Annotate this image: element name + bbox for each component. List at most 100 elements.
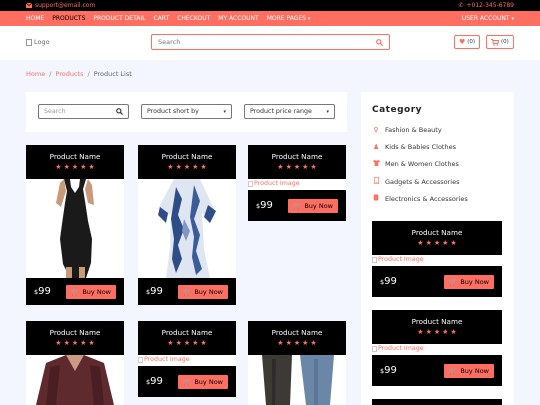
product-name[interactable]: Product Name <box>138 152 236 161</box>
product-name[interactable]: Product Name <box>26 328 124 337</box>
broken-image-icon <box>248 180 253 187</box>
product-name[interactable]: Product Name <box>248 328 346 337</box>
product-image[interactable] <box>26 355 124 405</box>
product-name[interactable]: Product Name <box>372 317 502 326</box>
breadcrumb-home[interactable]: Home <box>26 70 45 78</box>
breadcrumb-products[interactable]: Products <box>55 70 83 78</box>
phone-icon: ✆ <box>458 2 464 9</box>
star-icon: ★ <box>442 239 449 247</box>
buy-now-button[interactable]: 🛒 Buy Now <box>178 374 228 389</box>
sidebar-product-card[interactable]: Product Name ★ ★ ★ ★ ★ Product Image $99 🛒 Bu… <box>372 221 502 297</box>
buy-now-button[interactable]: 🛒 Buy Now <box>444 274 494 289</box>
star-icon: ★ <box>167 339 174 347</box>
product-card[interactable]: Product Name ★ ★ ★ ★ ★ <box>248 321 346 405</box>
cart-icon: 🛒 <box>449 277 458 286</box>
category-item-electronics[interactable]: Electronics & Accessories <box>373 194 468 203</box>
product-search-input[interactable]: Search <box>38 104 129 119</box>
product-name[interactable]: Product Name <box>26 152 124 161</box>
product-price: $99 <box>256 200 273 211</box>
product-card-header: Product Name ★ ★ ★ ★ ★ <box>138 321 236 355</box>
nav-products[interactable]: PRODUCTS <box>52 15 85 22</box>
user-account-dropdown[interactable]: USER ACCOUNT ▾ <box>462 15 514 22</box>
cart-icon: 🛒 <box>183 287 192 296</box>
product-price: $99 <box>380 276 397 287</box>
product-card[interactable]: Product Name ★ ★ ★ ★ ★ Product Image $99 🛒 Bu… <box>248 145 346 221</box>
product-card-footer: $99 🛒 Buy Now <box>138 366 236 397</box>
category-item-gadgets[interactable]: Gadgets & Accessories <box>373 176 460 186</box>
product-card[interactable]: Product Name ★ ★ ★ ★ ★ $99 🛒 Buy Now <box>138 145 236 305</box>
product-card[interactable]: Product Name ★ ★ ★ ★ ★ $99 🛒 Buy Now <box>26 145 124 305</box>
price-value: 99 <box>150 376 163 387</box>
sidebar-product-card[interactable] <box>372 399 502 405</box>
cart-button[interactable]: (0) <box>486 35 514 49</box>
wishlist-button[interactable]: ♥ (0) <box>454 35 481 49</box>
user-account-label: USER ACCOUNT <box>461 15 510 22</box>
price-range-select[interactable]: Product price range ▾ <box>244 104 335 119</box>
product-image[interactable] <box>138 179 236 278</box>
heart-icon: ♥ <box>459 38 466 46</box>
product-image[interactable]: Product Image <box>248 180 300 187</box>
product-image[interactable] <box>248 355 346 405</box>
category-title: Category <box>372 105 423 115</box>
contact-phone[interactable]: ✆ +012-345-6789 <box>458 2 514 9</box>
product-name[interactable]: Product Name <box>138 328 236 337</box>
product-name[interactable]: Product Name <box>248 152 346 161</box>
cart-icon: 🛒 <box>71 287 80 296</box>
product-price: $99 <box>380 365 397 376</box>
product-card[interactable]: Product Name ★ ★ ★ ★ ★ Product Image $99 🛒 Bu… <box>138 321 236 397</box>
buy-now-button[interactable]: 🛒 Buy Now <box>288 198 338 213</box>
star-icon: ★ <box>425 239 432 247</box>
category-item-men-women[interactable]: Men & Women Clothes <box>373 160 459 168</box>
contact-email[interactable]: support@email.com <box>26 2 95 9</box>
mobile-icon <box>373 176 379 186</box>
star-icon: ★ <box>200 163 207 171</box>
search-icon[interactable] <box>376 38 383 46</box>
logo[interactable]: Logo <box>26 38 50 46</box>
child-icon: ♟ <box>373 143 380 151</box>
product-card-footer: $99 🛒 Buy Now <box>372 355 502 386</box>
breadcrumb-separator: / <box>49 70 52 78</box>
product-card[interactable]: Product Name ★ ★ ★ ★ ★ <box>26 321 124 405</box>
product-card-header: Product Name ★ ★ ★ ★ ★ <box>26 145 124 179</box>
nav-checkout[interactable]: CHECKOUT <box>177 15 210 22</box>
image-alt-text: Product Image <box>378 345 424 352</box>
product-card-header: Product Name ★ ★ ★ ★ ★ <box>248 145 346 179</box>
microchip-icon <box>373 194 379 203</box>
star-icon: ★ <box>71 163 79 171</box>
star-icon: ★ <box>80 339 87 347</box>
nav-my-account[interactable]: MY ACCOUNT <box>218 15 258 22</box>
buy-now-button[interactable]: 🛒 Buy Now <box>444 363 494 378</box>
buy-now-label: Buy Now <box>304 201 333 210</box>
product-price: $99 <box>146 376 163 387</box>
product-image[interactable]: Product Image <box>138 356 190 363</box>
product-image[interactable]: Product Image <box>372 345 424 352</box>
price-range-label: Product price range <box>250 108 312 115</box>
search-icon[interactable] <box>116 108 123 115</box>
category-item-kids-babies[interactable]: ♟ Kids & Babies Clothes <box>373 143 456 151</box>
black-dress-image <box>56 179 94 278</box>
nav-more-pages[interactable]: MORE PAGES ▾ <box>267 15 311 22</box>
star-icon: ★ <box>192 163 199 171</box>
header-search-input[interactable]: Search <box>151 34 390 50</box>
caret-down-icon: ▾ <box>307 16 311 22</box>
category-label: Men & Women Clothes <box>385 160 459 168</box>
image-alt-text: Product Image <box>378 256 424 263</box>
image-alt-text: Product Image <box>144 356 190 363</box>
nav-home[interactable]: HOME <box>26 15 44 22</box>
nav-product-detail[interactable]: PRODUCT DETAIL <box>93 15 145 22</box>
star-icon: ★ <box>433 328 441 336</box>
sort-by-select[interactable]: Product short by ▾ <box>141 104 232 119</box>
header-search-placeholder: Search <box>158 38 181 46</box>
sidebar-product-card[interactable]: Product Name ★ ★ ★ ★ ★ Product Image $99 🛒 Bu… <box>372 310 502 386</box>
product-name[interactable]: Product Name <box>372 228 502 237</box>
buy-now-label: Buy Now <box>82 287 111 296</box>
category-item-fashion-beauty[interactable]: ♀ Fashion & Beauty <box>373 126 441 134</box>
product-image[interactable]: Product Image <box>372 256 424 263</box>
product-image[interactable] <box>26 179 124 278</box>
star-icon: ★ <box>302 163 309 171</box>
buy-now-button[interactable]: 🛒 Buy Now <box>66 284 116 299</box>
buy-now-button[interactable]: 🛒 Buy Now <box>178 284 228 299</box>
nav-cart[interactable]: CART <box>154 15 170 22</box>
star-icon: ★ <box>63 163 70 171</box>
main-nav: HOME PRODUCTS PRODUCT DETAIL CART CHECKO… <box>0 11 540 26</box>
